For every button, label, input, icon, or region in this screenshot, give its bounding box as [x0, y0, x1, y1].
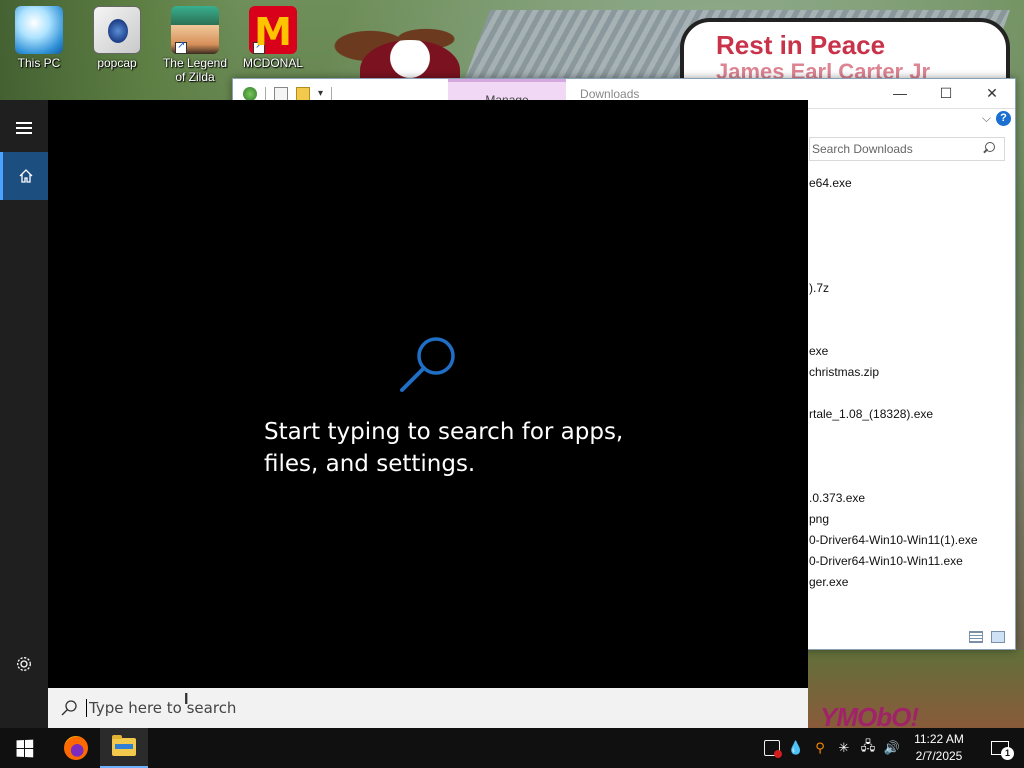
system-tray: 💧 ⚲ ✳ 🖧 🔊: [764, 728, 900, 768]
menu-button[interactable]: [0, 104, 48, 152]
file-list-item[interactable]: png: [809, 512, 829, 526]
network-icon[interactable]: 🖧: [860, 738, 876, 756]
file-list-item[interactable]: christmas.zip: [809, 365, 879, 379]
text-cursor-icon: I: [184, 691, 189, 708]
hamburger-menu-icon: [16, 122, 32, 134]
toolbar-separator: [331, 86, 333, 101]
quick-access-toolbar: ▾: [233, 86, 333, 101]
system-clock[interactable]: 11:22 AM 2/7/2025: [904, 731, 974, 765]
customize-toolbar-dropdown-icon[interactable]: ▾: [318, 88, 323, 99]
explorer-app-icon[interactable]: [243, 86, 257, 101]
taskbar: 💧 ⚲ ✳ 🖧 🔊 11:22 AM 2/7/2025 1: [0, 728, 1024, 768]
search-icon: [400, 337, 455, 392]
file-list-item[interactable]: ).7z: [809, 281, 829, 295]
file-list-item[interactable]: 0-Driver64-Win10-Win11.exe: [809, 554, 963, 568]
explorer-search-box[interactable]: [809, 137, 1005, 161]
desktop-icon-this-pc[interactable]: This PC: [4, 4, 74, 70]
action-center-button[interactable]: 1: [980, 728, 1020, 768]
start-left-rail: [0, 100, 48, 728]
droplet-icon[interactable]: 💧: [788, 740, 804, 756]
file-list-item[interactable]: 0-Driver64-Win10-Win11(1).exe: [809, 533, 978, 547]
clock-time: 11:22 AM: [914, 732, 964, 746]
search-icon: [61, 700, 77, 716]
mcdonalds-icon: [249, 6, 297, 54]
firefox-icon: [64, 736, 88, 760]
desktop-icon-mcdonal[interactable]: MCDONAL: [238, 4, 308, 70]
new-folder-icon[interactable]: [296, 86, 310, 101]
desktop-icon-legend-of-zilda[interactable]: The Legend of Zilda: [160, 4, 230, 84]
maximize-button[interactable]: ☐: [923, 79, 969, 109]
taskbar-firefox[interactable]: [52, 728, 100, 768]
clock-date: 2/7/2025: [915, 749, 963, 763]
volume-icon[interactable]: 🔊: [884, 740, 900, 756]
search-hint-text: Start typing to search for apps, files, …: [264, 419, 624, 477]
computer-icon: [15, 6, 63, 54]
file-list-item[interactable]: e64.exe: [809, 176, 852, 190]
zilda-game-icon: [171, 6, 219, 54]
expand-ribbon-chevron-icon[interactable]: ⌵: [982, 111, 991, 126]
security-alert-icon[interactable]: [764, 740, 782, 758]
wallpaper-sign-text: Rest in Peace: [716, 30, 886, 60]
file-list-item[interactable]: ger.exe: [809, 575, 848, 589]
properties-icon[interactable]: [274, 86, 288, 101]
bluetooth-asterisk-icon[interactable]: ✳: [836, 740, 852, 756]
search-input[interactable]: [86, 699, 726, 717]
file-list-item[interactable]: rtale_1.08_(18328).exe: [809, 407, 933, 421]
taskbar-search-box[interactable]: [48, 688, 808, 728]
search-icon[interactable]: [980, 141, 996, 157]
window-title: Downloads: [580, 86, 640, 101]
help-button[interactable]: ?: [996, 111, 1011, 126]
desktop-icon-label: MCDONAL: [242, 56, 303, 70]
toolbar-separator: [265, 86, 266, 101]
notification-count-badge: 1: [1001, 747, 1014, 760]
file-list-item[interactable]: .0.373.exe: [809, 491, 865, 505]
close-button[interactable]: ✕: [969, 79, 1015, 109]
desktop-icon-label: popcap: [97, 56, 137, 70]
desktop-icon-popcap[interactable]: popcap: [82, 4, 152, 70]
settings-button[interactable]: [0, 640, 48, 688]
notifications-icon: 1: [991, 741, 1014, 760]
windows-logo-icon: [16, 739, 33, 757]
desktop-icon-label: This PC: [17, 56, 61, 70]
details-view-icon[interactable]: [969, 631, 983, 643]
explorer-search-input[interactable]: [812, 142, 980, 156]
home-icon: [19, 169, 32, 183]
taskbar-file-explorer[interactable]: [100, 728, 148, 768]
shortcut-arrow-icon: [253, 40, 265, 54]
large-icons-view-icon[interactable]: [991, 631, 1005, 643]
start-button[interactable]: [0, 728, 48, 768]
desktop-icon-label: The Legend of Zilda: [162, 56, 228, 84]
popcap-icon: [93, 6, 141, 54]
search-results-pane: Start typing to search for apps, files, …: [48, 100, 808, 688]
view-switcher: [969, 631, 1005, 643]
wallpaper-graffiti: YMObO!: [820, 702, 919, 728]
file-list-item[interactable]: exe: [809, 344, 828, 358]
gear-icon: [17, 657, 31, 671]
folder-icon: [112, 735, 136, 756]
shortcut-arrow-icon: [175, 40, 187, 54]
home-button[interactable]: [0, 152, 48, 200]
search-tool-icon[interactable]: ⚲: [812, 740, 828, 756]
minimize-button[interactable]: —: [877, 79, 923, 109]
